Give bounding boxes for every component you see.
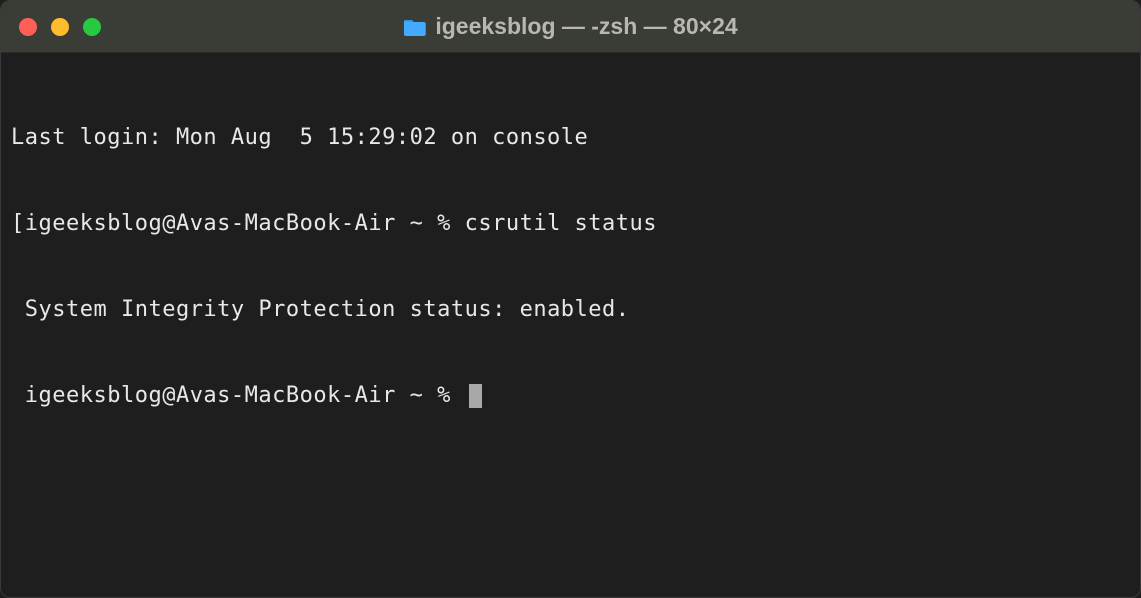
folder-icon — [403, 18, 425, 36]
prompt-bracket: [ — [11, 211, 25, 236]
terminal-body[interactable]: Last login: Mon Aug 5 15:29:02 on consol… — [1, 53, 1140, 481]
zoom-button[interactable] — [83, 18, 101, 36]
traffic-lights — [19, 18, 101, 36]
prompt-line: [igeeksblog@Avas-MacBook-Air ~ % csrutil… — [11, 210, 1130, 239]
output-text: System Integrity Protection status: enab… — [25, 297, 630, 322]
titlebar: igeeksblog — -zsh — 80×24 — [1, 1, 1140, 53]
close-button[interactable] — [19, 18, 37, 36]
minimize-button[interactable] — [51, 18, 69, 36]
window-title-text: igeeksblog — -zsh — 80×24 — [435, 13, 737, 40]
window-title: igeeksblog — -zsh — 80×24 — [403, 13, 737, 40]
cursor — [469, 384, 482, 408]
prompt-text: igeeksblog@Avas-MacBook-Air ~ % — [25, 211, 465, 236]
prompt-text: igeeksblog@Avas-MacBook-Air ~ % — [25, 383, 465, 408]
output-line: Last login: Mon Aug 5 15:29:02 on consol… — [11, 124, 1130, 153]
terminal-window: igeeksblog — -zsh — 80×24 Last login: Mo… — [0, 0, 1141, 598]
command-text: csrutil status — [465, 211, 657, 236]
output-line: System Integrity Protection status: enab… — [11, 296, 1130, 325]
prompt-line: igeeksblog@Avas-MacBook-Air ~ % — [11, 382, 1130, 411]
